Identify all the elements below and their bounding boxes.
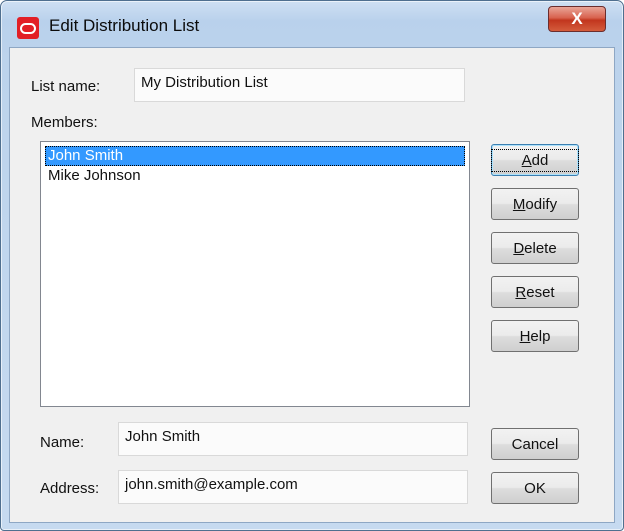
address-field[interactable]: john.smith@example.com — [118, 470, 468, 504]
list-item[interactable]: John Smith — [45, 146, 465, 166]
add-button[interactable]: Add — [490, 144, 580, 176]
delete-button[interactable]: Delete — [491, 232, 579, 264]
title-bar[interactable]: Edit Distribution List X — [1, 1, 623, 47]
oracle-logo-icon — [17, 17, 39, 39]
help-mnemonic: H — [519, 327, 531, 345]
cancel-button[interactable]: Cancel — [491, 428, 579, 460]
ok-label: OK — [524, 479, 546, 497]
list-item[interactable]: Mike Johnson — [45, 166, 465, 186]
reset-button[interactable]: Reset — [491, 276, 579, 308]
list-name-field[interactable]: My Distribution List — [134, 68, 465, 102]
modify-label-rest: odify — [525, 195, 558, 213]
add-label-rest: dd — [531, 151, 549, 169]
members-label: Members: — [31, 114, 98, 131]
delete-label-rest: elete — [524, 239, 557, 257]
window-title: Edit Distribution List — [49, 16, 200, 35]
delete-mnemonic: D — [513, 239, 525, 257]
members-listbox[interactable]: John Smith Mike Johnson — [40, 141, 470, 407]
cancel-label: Cancel — [511, 435, 559, 453]
dialog-window: Edit Distribution List X List name: My D… — [0, 0, 624, 531]
list-name-label: List name: — [31, 78, 101, 95]
modify-button[interactable]: Modify — [491, 188, 579, 220]
help-button[interactable]: Help — [491, 320, 579, 352]
add-mnemonic: A — [521, 151, 532, 169]
name-field[interactable]: John Smith — [118, 422, 468, 456]
reset-mnemonic: R — [515, 283, 527, 301]
close-button[interactable]: X — [548, 6, 606, 32]
modify-mnemonic: M — [512, 195, 526, 213]
name-label: Name: — [40, 434, 85, 451]
dialog-body: List name: My Distribution List Members:… — [9, 47, 615, 523]
close-icon: X — [571, 9, 583, 28]
help-label-rest: elp — [530, 327, 551, 345]
address-label: Address: — [40, 480, 100, 497]
reset-label-rest: eset — [526, 283, 555, 301]
ok-button[interactable]: OK — [491, 472, 579, 504]
